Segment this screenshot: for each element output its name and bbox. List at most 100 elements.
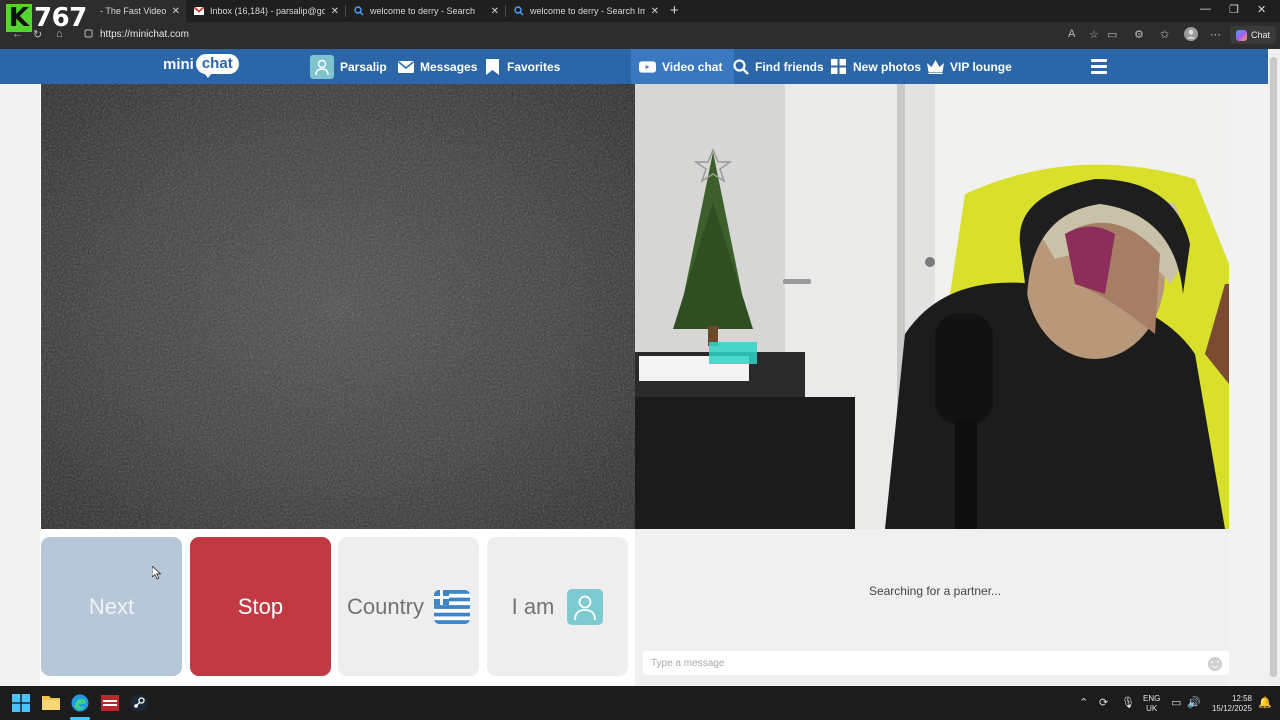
address-bar: ← ↻ ⌂ https://minichat.com A ☆ ▭ ⚙ ✩ ⋯ C… bbox=[0, 22, 1280, 49]
chevron-up-icon[interactable]: ⌃ bbox=[1079, 696, 1088, 709]
logo-chat: chat bbox=[195, 54, 239, 78]
video-camera-icon bbox=[639, 58, 656, 75]
nav-favorites[interactable]: Favorites bbox=[484, 49, 560, 84]
favorites-icon[interactable]: ✩ bbox=[1160, 28, 1169, 41]
chat-panel: Searching for a partner... bbox=[635, 529, 1229, 686]
microphone-icon[interactable]: 🎙 bbox=[1121, 696, 1135, 709]
edge-browser-icon[interactable] bbox=[71, 694, 89, 712]
site-navbar: mini chat Parsalip Messages Favorites Vi… bbox=[0, 49, 1268, 84]
clock-time: 12:58 bbox=[1231, 694, 1252, 703]
keyboard-layout: UK bbox=[1146, 704, 1158, 713]
new-tab-button[interactable]: + bbox=[670, 2, 679, 19]
channel-logo: K bbox=[6, 4, 32, 32]
webcam-scene bbox=[635, 84, 1229, 529]
video-icon[interactable]: ▭ bbox=[1107, 28, 1117, 41]
page-scrollbar[interactable] bbox=[1268, 49, 1280, 686]
close-icon[interactable]: ✕ bbox=[491, 6, 499, 17]
file-explorer-icon[interactable] bbox=[42, 694, 60, 712]
profile-avatar-icon[interactable] bbox=[1184, 27, 1198, 44]
greece-flag-icon bbox=[434, 589, 471, 624]
volume-icon[interactable]: 🔊 bbox=[1187, 696, 1201, 709]
streaming-app-icon[interactable] bbox=[101, 694, 119, 712]
emoji-icon[interactable] bbox=[1208, 657, 1222, 671]
nav-find-friends[interactable]: Find friends bbox=[732, 49, 824, 84]
nav-profile[interactable]: Parsalip bbox=[310, 49, 387, 84]
language-indicator[interactable]: ENG UK bbox=[1143, 694, 1160, 714]
search-status: Searching for a partner... bbox=[868, 584, 1002, 598]
i-am-button-label: I am bbox=[511, 593, 555, 619]
stop-button-label: Stop bbox=[237, 593, 284, 619]
nav-new-photos-label: New photos bbox=[853, 59, 921, 74]
nav-new-photos[interactable]: New photos bbox=[830, 49, 921, 84]
copilot-icon bbox=[1236, 29, 1247, 41]
page-viewport: mini chat Parsalip Messages Favorites Vi… bbox=[0, 49, 1268, 686]
i-am-button[interactable]: I am bbox=[487, 537, 628, 676]
tab-search-images[interactable]: welcome to derry - Search Images ✕ bbox=[506, 0, 665, 22]
crown-icon bbox=[927, 58, 944, 75]
nav-profile-label: Parsalip bbox=[340, 59, 387, 74]
tab-search[interactable]: welcome to derry - Search ✕ bbox=[346, 0, 505, 22]
next-button-label: Next bbox=[88, 593, 135, 619]
close-icon[interactable]: ✕ bbox=[331, 6, 339, 17]
mouse-cursor-icon bbox=[152, 566, 162, 580]
envelope-icon bbox=[397, 58, 414, 75]
user-avatar-icon bbox=[310, 54, 334, 79]
stop-button[interactable]: Stop bbox=[190, 537, 331, 676]
favorite-star-icon[interactable]: ☆ bbox=[1089, 28, 1099, 41]
nav-messages[interactable]: Messages bbox=[397, 49, 477, 84]
stream-overlay: K 767 bbox=[6, 3, 87, 33]
video-chat-area: Next Stop Country I am Searching for a p… bbox=[40, 84, 1229, 686]
stranger-video bbox=[41, 84, 635, 529]
minichat-logo[interactable]: mini chat bbox=[163, 54, 239, 78]
copilot-label: Chat bbox=[1251, 30, 1271, 40]
copilot-button[interactable]: Chat bbox=[1230, 26, 1277, 44]
notification-bell-icon[interactable]: 🔔 bbox=[1258, 696, 1272, 709]
viewer-count: 767 bbox=[34, 3, 87, 33]
extensions-icon[interactable]: ⚙ bbox=[1134, 28, 1144, 41]
bing-search-icon bbox=[514, 6, 524, 16]
minimize-icon[interactable]: — bbox=[1200, 3, 1211, 15]
nav-favorites-label: Favorites bbox=[507, 59, 561, 74]
language-code: ENG bbox=[1143, 694, 1161, 703]
nav-find-friends-label: Find friends bbox=[755, 59, 824, 74]
url-field[interactable]: https://minichat.com bbox=[100, 29, 189, 40]
message-input[interactable] bbox=[643, 651, 1229, 675]
bing-search-icon bbox=[354, 6, 364, 16]
nav-vip-lounge[interactable]: VIP lounge bbox=[927, 49, 1012, 84]
clock-date: 15/12/2025 bbox=[1211, 704, 1252, 713]
self-webcam-video bbox=[635, 84, 1229, 529]
close-icon[interactable]: ✕ bbox=[651, 6, 659, 17]
logo-mini: mini bbox=[163, 55, 194, 73]
tab-gmail-inbox[interactable]: Inbox (16,184) - parsalip@google ✕ bbox=[186, 0, 345, 22]
nav-video-chat[interactable]: Video chat bbox=[631, 49, 735, 84]
tab-title: welcome to derry - Search Images bbox=[530, 6, 645, 16]
country-button[interactable]: Country bbox=[338, 537, 479, 676]
nav-vip-lounge-label: VIP lounge bbox=[950, 59, 1012, 74]
close-icon[interactable]: ✕ bbox=[172, 6, 180, 17]
more-menu-icon[interactable]: ⋯ bbox=[1210, 28, 1221, 41]
search-icon bbox=[732, 58, 749, 75]
country-button-label: Country bbox=[346, 593, 425, 619]
maximize-icon[interactable]: ❐ bbox=[1229, 3, 1239, 16]
scrollbar-thumb[interactable] bbox=[1270, 57, 1277, 677]
sync-icon[interactable]: ⟳ bbox=[1099, 696, 1108, 709]
hamburger-menu-icon[interactable] bbox=[1091, 59, 1107, 74]
window-close-icon[interactable]: ✕ bbox=[1257, 3, 1266, 16]
tab-title: - The Fast Video Ch bbox=[100, 6, 166, 16]
nav-video-chat-label: Video chat bbox=[662, 59, 723, 74]
read-aloud-icon[interactable]: A bbox=[1068, 28, 1075, 40]
network-icon[interactable]: ▭ bbox=[1171, 696, 1181, 709]
user-avatar-icon bbox=[567, 588, 604, 625]
next-button[interactable]: Next bbox=[41, 537, 182, 676]
steam-icon[interactable] bbox=[130, 694, 148, 712]
bookmark-icon bbox=[484, 58, 501, 75]
browser-tab-bar: - The Fast Video Ch ✕ Inbox (16,184) - p… bbox=[0, 0, 1280, 22]
windows-start-icon[interactable] bbox=[12, 694, 30, 712]
nav-messages-label: Messages bbox=[420, 59, 478, 74]
gmail-icon bbox=[194, 6, 204, 16]
tab-title: Inbox (16,184) - parsalip@google bbox=[210, 6, 325, 16]
static-noise bbox=[41, 84, 635, 529]
windows-taskbar: ⌃ ⟳ 🎙 ENG UK ▭ 🔊 12:58 15/12/2025 🔔 bbox=[0, 686, 1280, 720]
photos-grid-icon bbox=[830, 58, 847, 75]
system-clock[interactable]: 12:58 15/12/2025 bbox=[1206, 694, 1252, 714]
